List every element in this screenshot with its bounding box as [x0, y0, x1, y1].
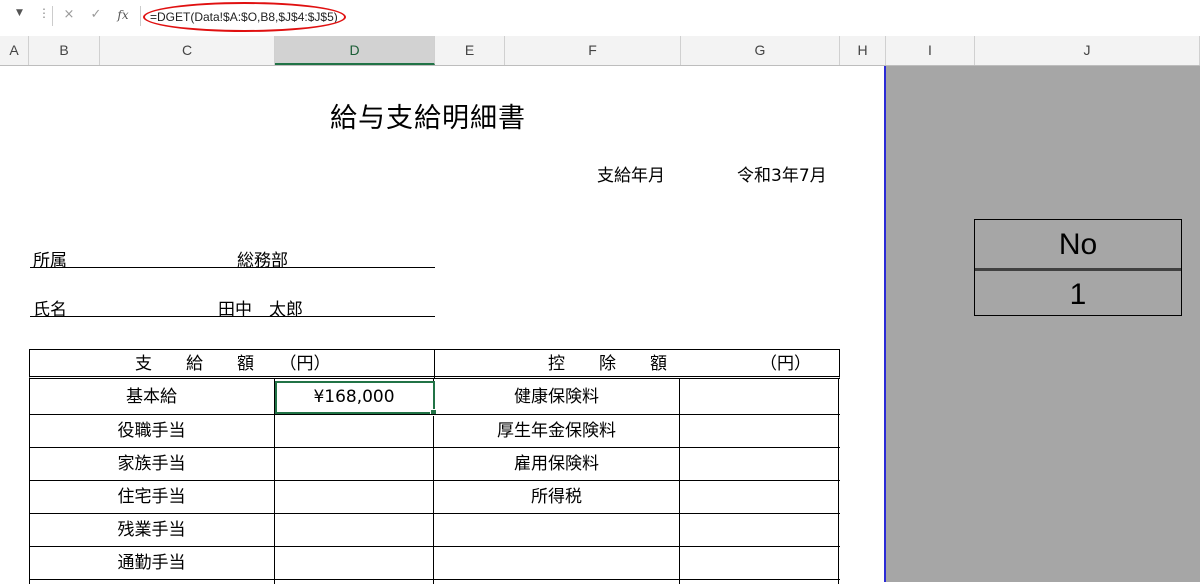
- column-header-e[interactable]: E: [435, 36, 505, 65]
- formula-input[interactable]: =DGET(Data!$A:$O,B8,$J$4:$J$5): [150, 4, 338, 30]
- pay-date-value[interactable]: 令和3年7月: [737, 161, 827, 186]
- column-header-f[interactable]: F: [505, 36, 681, 65]
- active-cell-selection[interactable]: [275, 381, 437, 416]
- pay-item-cell[interactable]: 基本給: [29, 381, 274, 414]
- table-row: 基本給 ¥168,000 健康保険料: [29, 381, 840, 416]
- pay-item-cell[interactable]: 住宅手当: [29, 481, 274, 514]
- more-options-icon[interactable]: ⋮: [38, 6, 50, 20]
- out-of-print-area: [886, 66, 1200, 582]
- deduction-unit[interactable]: （円）: [760, 350, 811, 378]
- column-headers: A B C D E F G H I J: [0, 36, 1200, 66]
- column-header-d[interactable]: D: [275, 36, 435, 65]
- table-row: 役職手当 厚生年金保険料: [29, 415, 840, 448]
- formula-bar: ▼ ⋮ × ✓ fx =DGET(Data!$A:$O,B8,$J$4:$J$5…: [0, 0, 1200, 37]
- table-header-row: 支 給 額 （円） 控 除 額 （円）: [29, 349, 840, 379]
- department-underline: [30, 267, 435, 268]
- column-header-a[interactable]: A: [0, 36, 29, 65]
- header-divider: [434, 350, 435, 378]
- pay-date-label[interactable]: 支給年月: [597, 161, 665, 186]
- cancel-icon[interactable]: ×: [58, 5, 80, 25]
- deduction-item-cell[interactable]: 厚生年金保険料: [434, 415, 679, 448]
- deduction-amount-cell[interactable]: [680, 547, 838, 580]
- deduction-amount-cell[interactable]: [680, 415, 838, 448]
- divider: [140, 6, 141, 26]
- table-row: 残業手当: [29, 514, 840, 547]
- insert-function-icon[interactable]: fx: [112, 5, 134, 25]
- enter-icon[interactable]: ✓: [85, 5, 107, 25]
- pay-item-cell[interactable]: 通勤手当: [29, 547, 274, 580]
- deduction-amount-cell[interactable]: [680, 481, 838, 514]
- deduction-item-cell[interactable]: 所得税: [434, 481, 679, 514]
- deduction-item-cell[interactable]: [434, 514, 679, 547]
- column-header-h[interactable]: H: [840, 36, 886, 65]
- deduction-item-cell[interactable]: 健康保険料: [434, 381, 679, 414]
- worksheet[interactable]: 給与支給明細書 支給年月 令和3年7月 所属 総務部 氏名 田中 太郎 No 1…: [0, 66, 1200, 584]
- deduction-item-cell[interactable]: [434, 547, 679, 580]
- deduction-amount-cell[interactable]: [680, 514, 838, 547]
- deduction-amount-cell[interactable]: [680, 381, 838, 414]
- payment-header[interactable]: 支 給 額 （円）: [135, 350, 331, 378]
- pay-amount-cell[interactable]: [275, 547, 433, 580]
- table-row: 家族手当 雇用保険料: [29, 448, 840, 481]
- divider: [52, 6, 53, 26]
- column-header-g[interactable]: G: [681, 36, 840, 65]
- pay-amount-cell[interactable]: [275, 448, 433, 481]
- name-underline: [30, 316, 435, 317]
- sheet-title[interactable]: 給与支給明細書: [330, 96, 526, 135]
- table-row: 通勤手当: [29, 547, 840, 580]
- pay-amount-cell[interactable]: [275, 514, 433, 547]
- deduction-item-cell[interactable]: 雇用保険料: [434, 448, 679, 481]
- deduction-header[interactable]: 控 除 額: [548, 350, 667, 378]
- pay-item-cell[interactable]: 残業手当: [29, 514, 274, 547]
- column-header-b[interactable]: B: [29, 36, 100, 65]
- row-line: [29, 579, 840, 580]
- column-header-i[interactable]: I: [886, 36, 975, 65]
- pay-amount-cell[interactable]: [275, 415, 433, 448]
- page-break-line: [884, 66, 886, 582]
- pay-item-cell[interactable]: 家族手当: [29, 448, 274, 481]
- name-box-dropdown-icon[interactable]: ▼: [16, 8, 23, 18]
- deduction-amount-cell[interactable]: [680, 448, 838, 481]
- number-box: No 1: [974, 219, 1182, 316]
- pay-amount-cell[interactable]: [275, 481, 433, 514]
- pay-item-cell[interactable]: 役職手当: [29, 415, 274, 448]
- number-box-value[interactable]: 1: [975, 271, 1181, 316]
- table-row: 住宅手当 所得税: [29, 481, 840, 514]
- column-header-c[interactable]: C: [100, 36, 275, 65]
- column-header-j[interactable]: J: [975, 36, 1200, 65]
- number-box-header[interactable]: No: [975, 220, 1181, 271]
